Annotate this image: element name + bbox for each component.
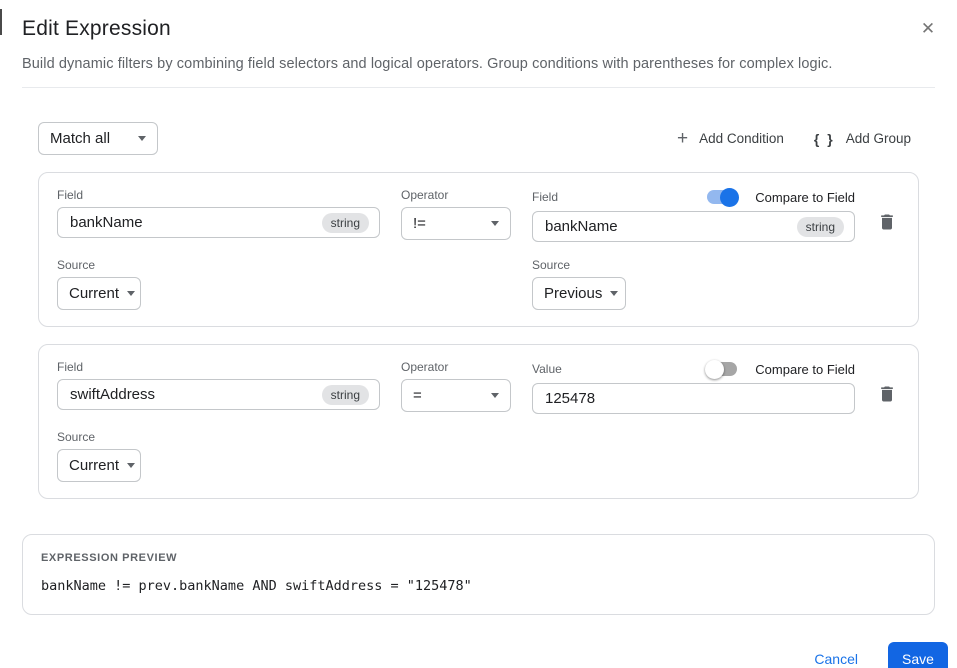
condition2-field-group: Field swiftAddress string: [57, 360, 380, 414]
trash-icon: [881, 386, 893, 402]
field-type-badge: string: [321, 212, 369, 233]
condition1-source-group: Source Current: [57, 258, 380, 310]
expression-preview-code: bankName != prev.bankName AND swiftAddre…: [41, 578, 472, 594]
operator-value: =: [413, 387, 422, 404]
source-label: Source: [57, 430, 96, 444]
braces-icon: { }: [813, 130, 835, 147]
operator-value: !=: [413, 215, 426, 232]
cancel-button[interactable]: Cancel: [810, 645, 862, 668]
toolbar: Match all + Add Condition { } Add Group: [38, 122, 911, 155]
delete-condition-button[interactable]: [877, 383, 899, 405]
condition1-field-input[interactable]: bankName string: [57, 207, 380, 238]
field-value: swiftAddress: [70, 386, 156, 403]
condition2-value-group: Value Compare to Field 125478: [532, 359, 855, 414]
save-button[interactable]: Save: [888, 642, 948, 668]
condition2-source-group: Source Current: [57, 430, 380, 482]
add-condition-label: Add Condition: [699, 131, 784, 146]
add-group-label: Add Group: [845, 131, 911, 146]
compare-source-value: Previous: [544, 285, 603, 302]
chevron-down-icon: [138, 136, 146, 141]
chevron-down-icon: [127, 463, 136, 468]
chevron-down-icon: [610, 291, 619, 296]
add-condition-button[interactable]: + Add Condition: [677, 129, 784, 148]
dialog-footer: Cancel Save: [0, 642, 948, 668]
condition2-field-input[interactable]: swiftAddress string: [57, 379, 380, 410]
compare-to-field-toggle[interactable]: [705, 359, 738, 379]
plus-icon: +: [676, 128, 689, 149]
header-divider: [22, 87, 935, 88]
field-label: Field: [57, 360, 84, 374]
dialog-subtitle: Build dynamic filters by combining field…: [22, 56, 833, 72]
condition1-compare-field-input[interactable]: bankName string: [532, 211, 855, 242]
compare-field-type-badge: string: [796, 216, 844, 237]
condition1-field-group: Field bankName string: [57, 188, 380, 242]
edit-expression-dialog: Edit Expression ✕ Build dynamic filters …: [0, 0, 957, 668]
field-type-badge: string: [321, 384, 369, 405]
source-label: Source: [57, 258, 96, 272]
toggle-thumb: [705, 359, 725, 379]
compare-to-field-toggle-label: Compare to Field: [755, 189, 855, 205]
match-mode-value: Match all: [50, 130, 111, 147]
condition2-source-select[interactable]: Current: [57, 449, 141, 482]
condition1-compare-source-group: Source Previous: [532, 258, 855, 310]
compare-field-value: bankName: [545, 218, 618, 235]
operator-label: Operator: [401, 360, 449, 374]
compare-field-label: Field: [532, 190, 559, 204]
toolbar-actions: + Add Condition { } Add Group: [677, 129, 911, 148]
value-label: Value: [532, 362, 562, 376]
chevron-down-icon: [491, 393, 499, 398]
condition2-operator-group: Operator =: [401, 360, 511, 414]
compare-to-field-toggle-label: Compare to Field: [755, 361, 855, 377]
screen-edge-artifact: [0, 9, 2, 35]
trash-icon: [881, 214, 893, 230]
add-group-button[interactable]: { } Add Group: [814, 131, 911, 146]
condition-card-2: Field swiftAddress string Operator = Val…: [38, 344, 919, 499]
compare-to-field-toggle[interactable]: [707, 187, 740, 207]
toggle-thumb: [720, 187, 740, 207]
operator-label: Operator: [401, 188, 449, 202]
dialog-header: Edit Expression ✕ Build dynamic filters …: [0, 0, 957, 72]
condition-card-1: Field bankName string Operator != Field: [38, 172, 919, 327]
field-label: Field: [57, 188, 84, 202]
condition1-compare-group: Field Compare to Field bankName string: [532, 187, 855, 242]
dialog-title: Edit Expression: [22, 17, 171, 40]
delete-condition-button[interactable]: [877, 211, 899, 233]
condition1-operator-select[interactable]: !=: [401, 207, 511, 240]
condition1-operator-group: Operator !=: [401, 188, 511, 242]
expression-preview-label: EXPRESSION PREVIEW: [41, 552, 178, 564]
chevron-down-icon: [491, 221, 499, 226]
condition2-operator-select[interactable]: =: [401, 379, 511, 412]
compare-source-label: Source: [532, 258, 571, 272]
field-value: bankName: [70, 214, 143, 231]
close-icon[interactable]: ✕: [915, 16, 941, 42]
chevron-down-icon: [127, 291, 136, 296]
value-text: 125478: [545, 390, 596, 407]
source-value: Current: [69, 285, 120, 302]
condition2-value-input[interactable]: 125478: [532, 383, 855, 414]
condition1-source-select[interactable]: Current: [57, 277, 141, 310]
source-value: Current: [69, 457, 120, 474]
expression-preview-panel: EXPRESSION PREVIEW bankName != prev.bank…: [22, 534, 935, 615]
condition1-compare-source-select[interactable]: Previous: [532, 277, 626, 310]
match-mode-select[interactable]: Match all: [38, 122, 158, 155]
